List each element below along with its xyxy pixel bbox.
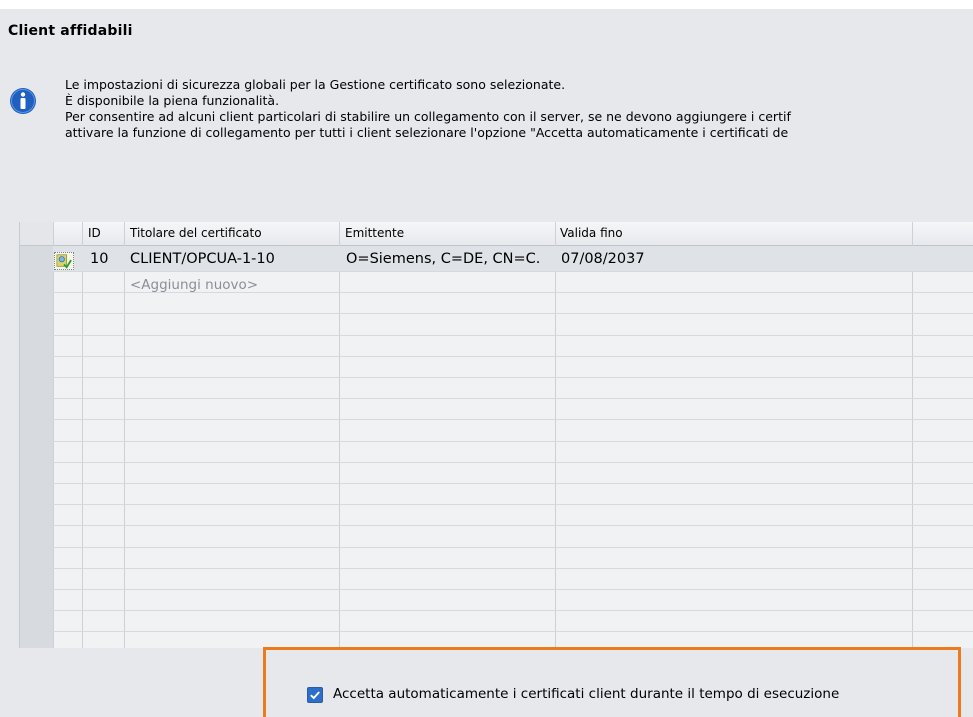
info-line: attivare la funzione di collegamento per…	[65, 125, 789, 140]
info-line: È disponibile la piena funzionalità.	[65, 93, 280, 108]
row-divider	[20, 589, 973, 590]
column-divider	[53, 222, 54, 648]
row-header-cell[interactable]	[20, 293, 53, 315]
row-header-cell[interactable]	[20, 335, 53, 357]
row-header-cell[interactable]	[20, 399, 53, 421]
row-header-cell[interactable]	[20, 272, 53, 294]
cell-holder: CLIENT/OPCUA-1-10	[130, 251, 275, 267]
row-divider	[20, 398, 973, 400]
row-header-cell[interactable]	[20, 590, 53, 612]
row-header-cell[interactable]	[20, 420, 53, 442]
column-header-valid-until[interactable]: Valida fino	[560, 226, 623, 240]
row-header-cell[interactable]	[20, 378, 53, 400]
cell-valid-until: 07/08/2037	[561, 251, 645, 267]
add-new-row[interactable]: <Aggiungi nuovo>	[130, 277, 258, 293]
row-header-cell[interactable]	[20, 505, 53, 527]
row-divider	[20, 504, 973, 506]
row-divider	[20, 334, 973, 336]
row-divider	[20, 546, 973, 548]
row-header-cell[interactable]	[20, 568, 53, 590]
auto-accept-highlight: Accetta automaticamente i certificati cl…	[263, 647, 961, 717]
row-divider	[20, 292, 973, 294]
row-header-cell[interactable]	[20, 632, 53, 648]
row-divider	[20, 483, 973, 484]
row-divider	[20, 419, 973, 421]
row-header-cell[interactable]	[20, 314, 53, 336]
info-icon	[10, 88, 36, 114]
row-header-cell[interactable]	[20, 526, 53, 548]
row-divider	[20, 355, 973, 357]
auto-accept-label[interactable]: Accetta automaticamente i certificati cl…	[333, 686, 839, 702]
cell-id: 10	[90, 251, 109, 267]
row-header-cell[interactable]	[20, 611, 53, 633]
row-divider	[20, 631, 973, 633]
row-divider	[20, 377, 973, 378]
auto-accept-checkbox[interactable]	[307, 687, 323, 703]
table-header: ID Titolare del certificato Emittente Va…	[20, 222, 973, 246]
certificates-table[interactable]: ID Titolare del certificato Emittente Va…	[19, 222, 973, 648]
row-divider	[20, 461, 973, 463]
info-line: Le impostazioni di sicurezza globali per…	[65, 77, 566, 92]
row-header-cell[interactable]	[20, 441, 53, 463]
row-header-cell[interactable]	[20, 356, 53, 378]
row-divider	[20, 567, 973, 569]
table-row[interactable]: 10 CLIENT/OPCUA-1-10 O=Siemens, C=DE, CN…	[53, 246, 973, 272]
column-divider	[339, 222, 340, 648]
row-header-cell[interactable]	[20, 484, 53, 506]
column-divider	[912, 222, 913, 648]
column-header-id[interactable]: ID	[88, 226, 101, 240]
column-divider	[82, 222, 83, 648]
row-divider	[20, 271, 973, 272]
info-line: Per consentire ad alcuni client particol…	[65, 109, 791, 124]
column-divider	[555, 222, 556, 648]
row-divider	[20, 313, 973, 315]
row-header-cell[interactable]	[20, 462, 53, 484]
row-header-cell[interactable]	[20, 547, 53, 569]
section-title: Client affidabili	[8, 23, 133, 39]
trusted-clients-panel: Client affidabili Le impostazioni di sic…	[0, 9, 973, 717]
column-divider	[124, 222, 125, 648]
row-divider	[20, 525, 973, 527]
row-header-cell[interactable]	[20, 246, 53, 272]
certificate-icon[interactable]	[54, 252, 74, 270]
column-header-issuer[interactable]: Emittente	[345, 226, 404, 240]
info-message: Le impostazioni di sicurezza globali per…	[65, 77, 973, 141]
row-divider	[20, 440, 973, 442]
column-header-holder[interactable]: Titolare del certificato	[130, 226, 262, 240]
table-corner-cell	[20, 222, 53, 246]
cell-issuer: O=Siemens, C=DE, CN=C.	[346, 251, 541, 267]
row-divider	[20, 610, 973, 612]
